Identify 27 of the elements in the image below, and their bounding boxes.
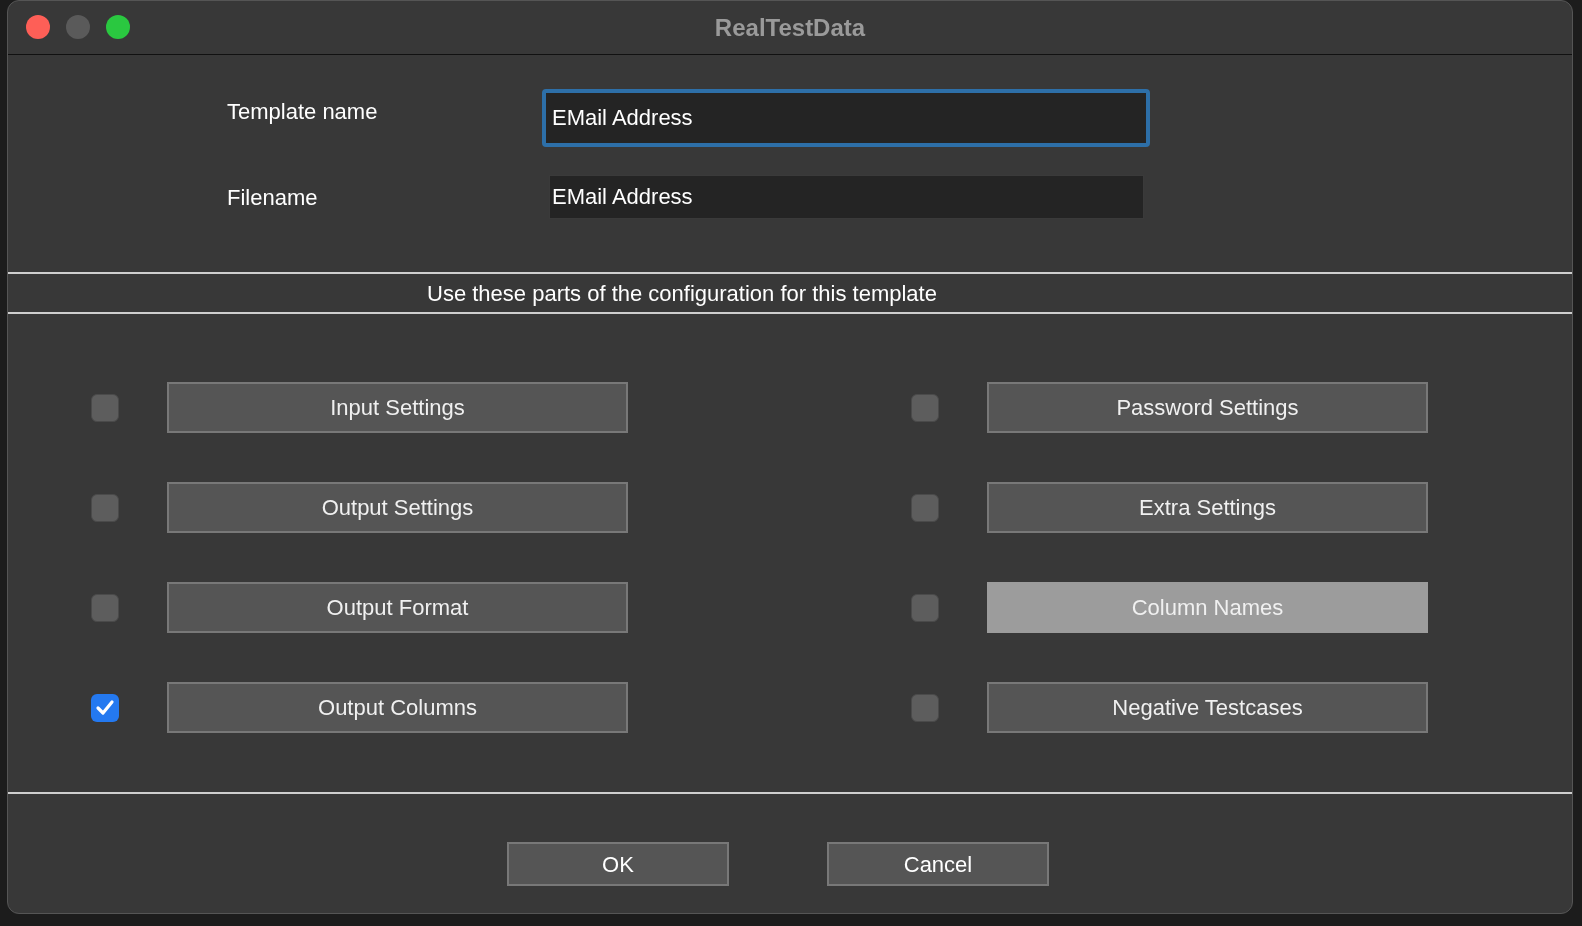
checkbox[interactable] xyxy=(911,693,939,722)
settings-button[interactable]: Negative Testcases xyxy=(987,682,1428,733)
dialog-button[interactable]: OK xyxy=(507,842,729,886)
checkbox[interactable] xyxy=(91,593,119,622)
checkbox[interactable] xyxy=(91,393,119,422)
checkbox[interactable] xyxy=(911,593,939,622)
checkbox[interactable] xyxy=(911,393,939,422)
text-field[interactable]: EMail Address xyxy=(542,89,1150,147)
checkbox[interactable] xyxy=(911,493,939,522)
checkbox[interactable] xyxy=(91,693,119,722)
text-field[interactable]: EMail Address xyxy=(549,175,1144,219)
window-title: RealTestData xyxy=(714,12,866,43)
field-label: Filename xyxy=(227,184,319,212)
dialog-button[interactable]: Cancel xyxy=(827,842,1049,886)
zoom-button[interactable] xyxy=(106,15,130,39)
settings-button[interactable]: Output Format xyxy=(167,582,628,633)
settings-button[interactable]: Password Settings xyxy=(987,382,1428,433)
settings-button[interactable]: Output Settings xyxy=(167,482,628,533)
minimize-button[interactable] xyxy=(66,15,90,39)
close-button[interactable] xyxy=(26,15,50,39)
checkbox[interactable] xyxy=(91,493,119,522)
field-label: Template name xyxy=(227,98,379,126)
checkmark-icon xyxy=(95,698,115,717)
section-heading: Use these parts of the configuration for this template xyxy=(427,279,937,308)
settings-button[interactable]: Output Columns xyxy=(167,682,628,733)
settings-button[interactable]: Input Settings xyxy=(167,382,628,433)
settings-button[interactable]: Extra Settings xyxy=(987,482,1428,533)
